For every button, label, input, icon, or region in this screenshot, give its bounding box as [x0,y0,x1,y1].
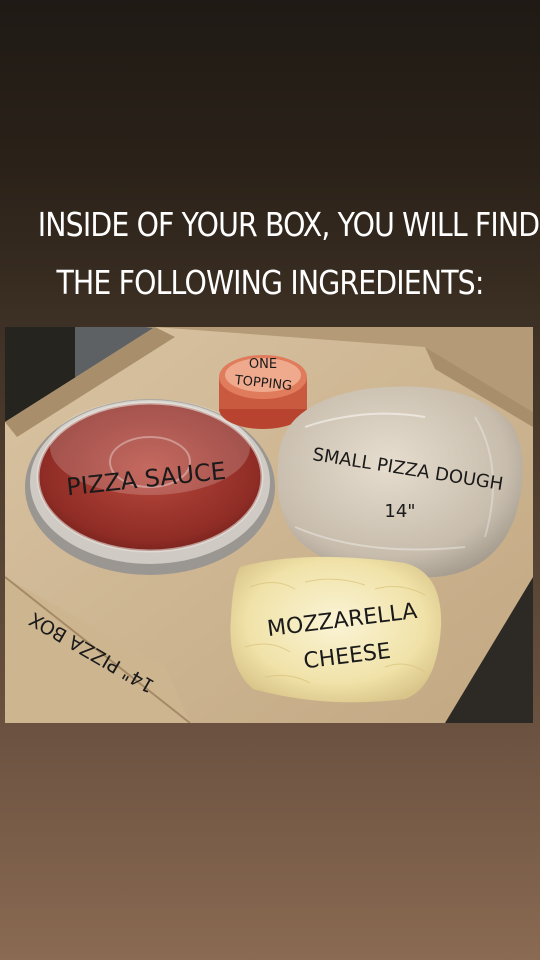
headline-line-1: INSIDE OF YOUR BOX, YOU WILL FIND [37,205,540,244]
label-topping-line-1: ONE [249,357,277,372]
ingredients-photo: ONE TOPPING PIZZA SAUCE SMALL PIZZA DOUG… [5,327,533,723]
ingredients-photo-drawing: ONE TOPPING PIZZA SAUCE SMALL PIZZA DOUG… [5,327,533,723]
headline: INSIDE OF YOUR BOX, YOU WILL FIND THE FO… [37,196,540,312]
label-dough-line-2: 14" [384,501,415,522]
headline-line-2: THE FOLLOWING INGREDIENTS: [56,263,484,302]
